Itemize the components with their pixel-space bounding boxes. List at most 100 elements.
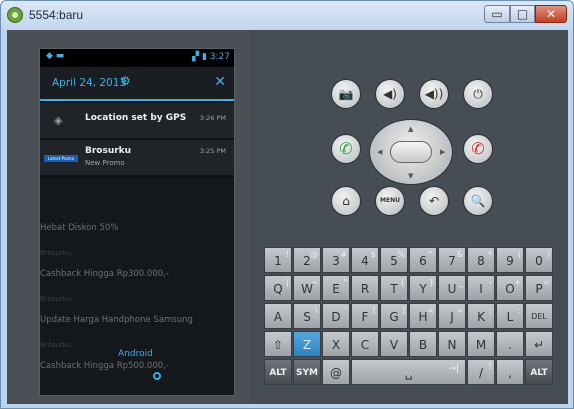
settings-icon[interactable]: ⚙: [120, 74, 131, 88]
key-space[interactable]: ␣ →|: [351, 359, 466, 385]
close-button[interactable]: ✕: [535, 5, 567, 23]
key-sup: `: [372, 278, 376, 287]
clear-notifications-icon[interactable]: ✕: [214, 74, 226, 90]
key-enter[interactable]: ↵: [525, 331, 553, 357]
key-period[interactable]: .: [496, 331, 524, 357]
dpad-center-button[interactable]: [390, 141, 432, 163]
maximize-button[interactable]: □: [510, 5, 535, 23]
key-shift[interactable]: ⇧: [264, 331, 292, 357]
key-label: 0: [535, 254, 543, 268]
signal-battery-icon: ▞ ▮: [192, 52, 207, 62]
key-label: X: [331, 338, 341, 352]
key-sup: @: [310, 250, 318, 259]
key-c[interactable]: C: [351, 331, 379, 357]
dpad-up-icon[interactable]: ▲: [408, 125, 413, 133]
camera-button[interactable]: 📷: [331, 79, 361, 109]
key-label: E: [332, 282, 340, 296]
key-k[interactable]: K;: [467, 303, 495, 329]
key-h[interactable]: H <: [409, 303, 437, 329]
menu-button[interactable]: MENU: [375, 186, 405, 216]
key-label: 4: [361, 254, 369, 268]
window-title: 5554:baru: [29, 8, 84, 22]
key-sup: \: [315, 306, 318, 315]
key-n[interactable]: N: [438, 331, 466, 357]
key-label: 8: [477, 254, 485, 268]
dpad-down-icon[interactable]: ▼: [408, 172, 413, 180]
background-app-list: Hebat Diskon 50% Brosurku Cashback Hingg…: [40, 177, 234, 395]
key-f[interactable]: F[: [351, 303, 379, 329]
key-p[interactable]: P =: [525, 275, 553, 301]
key-comma[interactable]: ,: [496, 359, 524, 385]
key-at[interactable]: @: [322, 359, 350, 385]
space-icon: ␣: [404, 366, 413, 380]
key-sup: $: [370, 250, 376, 259]
enter-icon: ↵: [533, 338, 545, 352]
key-sup: ': [344, 306, 347, 315]
tab-icon: →|: [448, 364, 459, 374]
key-label: G: [389, 310, 399, 324]
key-l[interactable]: L:: [496, 303, 524, 329]
key-sup: ": [343, 278, 347, 287]
volume-down-button[interactable]: ◀): [375, 79, 405, 109]
status-time: 3:27: [209, 52, 230, 62]
key-s[interactable]: S \: [293, 303, 321, 329]
android-screen[interactable]: ◆ ▬ ▞ ▮ 3:27 April 24, 2013 ⚙ ✕ ◈ Locati…: [39, 48, 235, 396]
emulator-window: 5554:baru ▭ □ ✕ ◆ ▬ ▞ ▮ 3:27 April 24, 2…: [0, 0, 574, 409]
key-sym[interactable]: SYM: [293, 359, 321, 385]
android-emulator-icon: [7, 7, 23, 23]
key-b[interactable]: B: [409, 331, 437, 357]
key-sup: :: [518, 306, 521, 315]
power-button[interactable]: ⏻: [463, 79, 493, 109]
dpad-right-icon[interactable]: ▶: [440, 148, 445, 156]
key-label: .: [508, 338, 512, 352]
title-bar[interactable]: 5554:baru ▭ □ ✕: [1, 1, 573, 29]
key-sup: >: [456, 306, 463, 315]
key-slash[interactable]: /?: [467, 359, 495, 385]
notification-subtitle: New Promo: [85, 159, 125, 167]
key-label: /: [478, 366, 484, 380]
home-button[interactable]: ⌂: [331, 186, 361, 216]
minimize-button[interactable]: ▭: [484, 5, 510, 23]
key-label: 9: [506, 254, 514, 268]
key-label: C: [360, 338, 370, 352]
home-indicator-icon: [153, 372, 161, 380]
key-x[interactable]: X: [322, 331, 350, 357]
status-bar[interactable]: ◆ ▬ ▞ ▮ 3:27: [40, 49, 234, 67]
key-alt-right[interactable]: ALT: [525, 359, 553, 385]
call-button[interactable]: ✆: [331, 134, 361, 164]
key-sup: <: [427, 306, 434, 315]
notification-item[interactable]: ◈ Location set by GPS 3:26 PM: [40, 103, 234, 139]
key-sup: }: [428, 278, 434, 287]
list-item: Update Harga Handphone Samsung: [40, 315, 193, 325]
key-d[interactable]: D ': [322, 303, 350, 329]
dpad[interactable]: ▲ ▼ ◀ ▶: [369, 119, 453, 185]
key-z[interactable]: Z: [293, 331, 321, 357]
search-button[interactable]: 🔍: [463, 186, 493, 216]
key-label: M: [475, 338, 487, 352]
list-item: Brosurku: [40, 249, 72, 257]
key-j[interactable]: J >: [438, 303, 466, 329]
keyboard: 1! 2 @ 3 # 4 $ 5% 6 ^ 7 & 8 * 9( 0) Q | W ~ E " R…: [264, 247, 553, 397]
key-sup: [: [372, 306, 376, 315]
key-label: S: [303, 310, 311, 324]
android-label: Android: [118, 349, 153, 359]
key-sup: _: [459, 278, 463, 287]
key-v[interactable]: V: [380, 331, 408, 357]
key-alt-left[interactable]: ALT: [264, 359, 292, 385]
volume-up-button[interactable]: ◀)): [419, 79, 449, 109]
gps-icon: ◈: [54, 114, 63, 127]
key-q[interactable]: Q |: [264, 275, 292, 301]
key-sup: &: [456, 250, 463, 259]
back-button[interactable]: ↶: [419, 186, 449, 216]
key-sup: %: [397, 250, 405, 259]
key-g[interactable]: G]: [380, 303, 408, 329]
notification-item[interactable]: Latest Promo Brosurku New Promo 3:25 PM: [40, 140, 234, 176]
key-label: V: [389, 338, 399, 352]
end-call-button[interactable]: ✆: [463, 134, 493, 164]
key-sup: !: [285, 250, 289, 259]
key-a[interactable]: A: [264, 303, 292, 329]
key-sup: (: [517, 250, 521, 259]
dpad-left-icon[interactable]: ◀: [377, 148, 382, 156]
key-delete[interactable]: DEL: [525, 303, 553, 329]
key-sup: ?: [487, 362, 492, 371]
